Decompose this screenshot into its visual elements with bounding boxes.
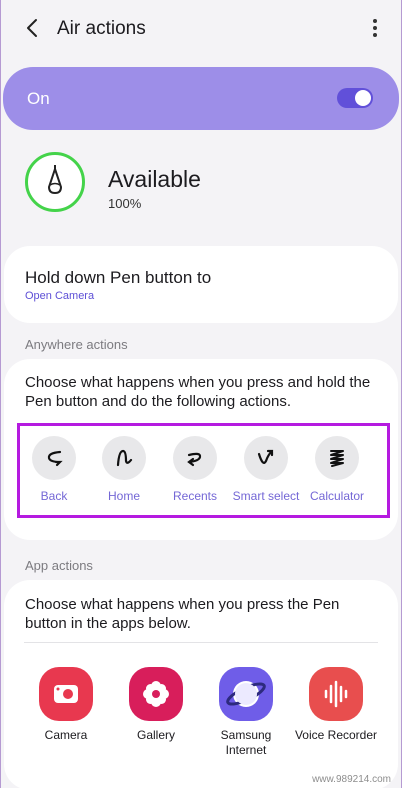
gesture-back[interactable]: Back — [19, 436, 89, 503]
back-arrow-icon[interactable] — [21, 16, 45, 40]
gesture-back-label: Back — [40, 489, 68, 503]
master-switch-label: On — [27, 89, 50, 108]
gesture-home-label: Home — [107, 489, 140, 503]
gesture-smart-select-label: Smart select — [232, 489, 300, 503]
app-bar: Air actions — [1, 0, 401, 58]
watermark: www.989214.com — [312, 774, 391, 785]
page-title: Air actions — [57, 18, 146, 39]
samsung-internet-icon — [219, 667, 273, 721]
master-switch-bar[interactable]: On — [3, 67, 399, 130]
gesture-recents-icon — [173, 436, 217, 480]
gesture-calculator-label: Calculator — [309, 489, 365, 503]
app-actions-section-label: App actions — [25, 558, 93, 573]
hold-button-title: Hold down Pen button to — [25, 268, 212, 287]
battery-level: 100% — [108, 196, 142, 211]
gesture-smart-select-icon — [244, 436, 288, 480]
app-camera-label: Camera — [44, 728, 88, 742]
app-gallery[interactable]: Gallery — [111, 667, 201, 743]
gesture-calculator-icon — [315, 436, 359, 480]
app-voice-recorder-label: Voice Recorder — [294, 728, 378, 742]
toggle-knob — [355, 90, 371, 106]
gesture-smart-select[interactable]: Smart select — [231, 436, 301, 503]
anywhere-description: Choose what happens when you press and h… — [25, 374, 371, 410]
master-toggle[interactable] — [337, 88, 373, 108]
gesture-home-icon — [102, 436, 146, 480]
app-camera[interactable]: Camera — [21, 667, 111, 743]
voice-recorder-icon — [309, 667, 363, 721]
app-gallery-label: Gallery — [136, 728, 175, 742]
hold-button-setting[interactable]: Hold down Pen button to Open Camera — [4, 246, 398, 323]
divider — [24, 642, 378, 643]
gesture-recents[interactable]: Recents — [160, 436, 230, 503]
anywhere-section-label: Anywhere actions — [25, 337, 128, 352]
gallery-app-icon — [129, 667, 183, 721]
more-vert-icon[interactable] — [371, 16, 379, 40]
camera-app-icon — [39, 667, 93, 721]
app-actions-description: Choose what happens when you press the P… — [25, 596, 340, 632]
app-samsung-internet[interactable]: Samsung Internet — [201, 667, 291, 758]
gesture-recents-label: Recents — [172, 489, 218, 503]
hold-button-value: Open Camera — [25, 290, 95, 302]
s-pen-icon — [25, 152, 85, 212]
app-voice-recorder[interactable]: Voice Recorder — [291, 667, 381, 743]
gesture-calculator[interactable]: Calculator — [302, 436, 372, 503]
pen-status-title: Available — [108, 166, 201, 192]
gesture-back-icon — [32, 436, 76, 480]
app-samsung-internet-label: Samsung Internet — [220, 728, 272, 757]
gesture-home[interactable]: Home — [89, 436, 159, 503]
